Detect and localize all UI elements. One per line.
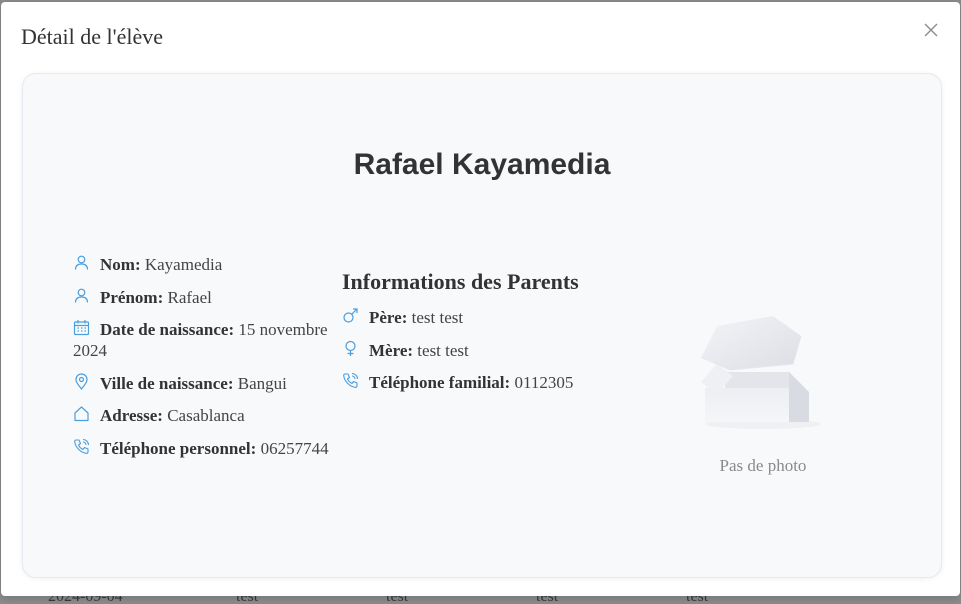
info-row-telephone-personnel: Téléphone personnel: 06257744 bbox=[73, 438, 343, 459]
info-value: test test bbox=[417, 340, 469, 360]
info-label: Nom: bbox=[100, 255, 141, 274]
info-label: Téléphone familial: bbox=[369, 373, 511, 392]
parents-section-title: Informations des Parents bbox=[342, 269, 579, 294]
info-row-mere: Mère: test test bbox=[342, 340, 632, 361]
phone-icon bbox=[342, 372, 359, 389]
info-label: Mère: bbox=[369, 340, 414, 360]
user-icon bbox=[73, 287, 90, 304]
info-value: 0112305 bbox=[514, 373, 574, 392]
info-row-adresse: Adresse: Casablanca bbox=[73, 405, 343, 426]
student-full-name: Rafael Kayamedia bbox=[353, 148, 611, 181]
info-value: Kayamedia bbox=[144, 255, 223, 274]
close-button[interactable] bbox=[919, 18, 943, 42]
info-label: Père: bbox=[369, 308, 408, 327]
photo-placeholder bbox=[695, 302, 831, 437]
student-card: Rafael Kayamedia Nom: Kayamedia Prénom: … bbox=[22, 73, 942, 578]
info-row-date-naissance: Date de naissance: 15 novembre 2024 bbox=[73, 319, 343, 361]
info-label: Téléphone personnel: bbox=[100, 438, 257, 458]
info-label: Ville de naissance: bbox=[100, 373, 234, 393]
info-label: Adresse: bbox=[100, 406, 163, 425]
info-value: Casablanca bbox=[167, 406, 245, 425]
location-pin-icon bbox=[73, 372, 90, 390]
close-icon bbox=[924, 23, 938, 37]
info-row-telephone-familial: Téléphone familial: 0112305 bbox=[342, 372, 632, 393]
home-icon bbox=[73, 405, 90, 422]
phone-icon bbox=[73, 438, 90, 455]
info-value: Rafael bbox=[167, 287, 212, 307]
no-photo-text: Pas de photo bbox=[719, 456, 807, 475]
info-row-prenom: Prénom: Rafael bbox=[73, 287, 343, 308]
male-icon bbox=[342, 307, 359, 324]
info-value: 06257744 bbox=[260, 438, 329, 458]
parents-info: Informations des Parents Père: test test… bbox=[342, 269, 632, 405]
calendar-icon bbox=[73, 319, 90, 336]
student-detail-modal: Détail de l'élève Rafael Kayamedia Nom: … bbox=[1, 2, 960, 596]
info-label: Prénom: bbox=[100, 287, 164, 307]
empty-box-icon bbox=[701, 316, 821, 429]
female-icon bbox=[342, 340, 359, 357]
info-row-ville-naissance: Ville de naissance: Bangui bbox=[73, 372, 343, 394]
user-icon bbox=[73, 254, 90, 271]
info-row-nom: Nom: Kayamedia bbox=[73, 254, 343, 275]
modal-title: Détail de l'élève bbox=[21, 24, 164, 49]
info-label: Date de naissance: bbox=[100, 320, 235, 339]
info-row-pere: Père: test test bbox=[342, 307, 632, 328]
student-info-list: Nom: Kayamedia Prénom: Rafael Date de na… bbox=[73, 254, 343, 470]
info-value: test test bbox=[411, 308, 464, 327]
info-value: Bangui bbox=[237, 373, 287, 393]
